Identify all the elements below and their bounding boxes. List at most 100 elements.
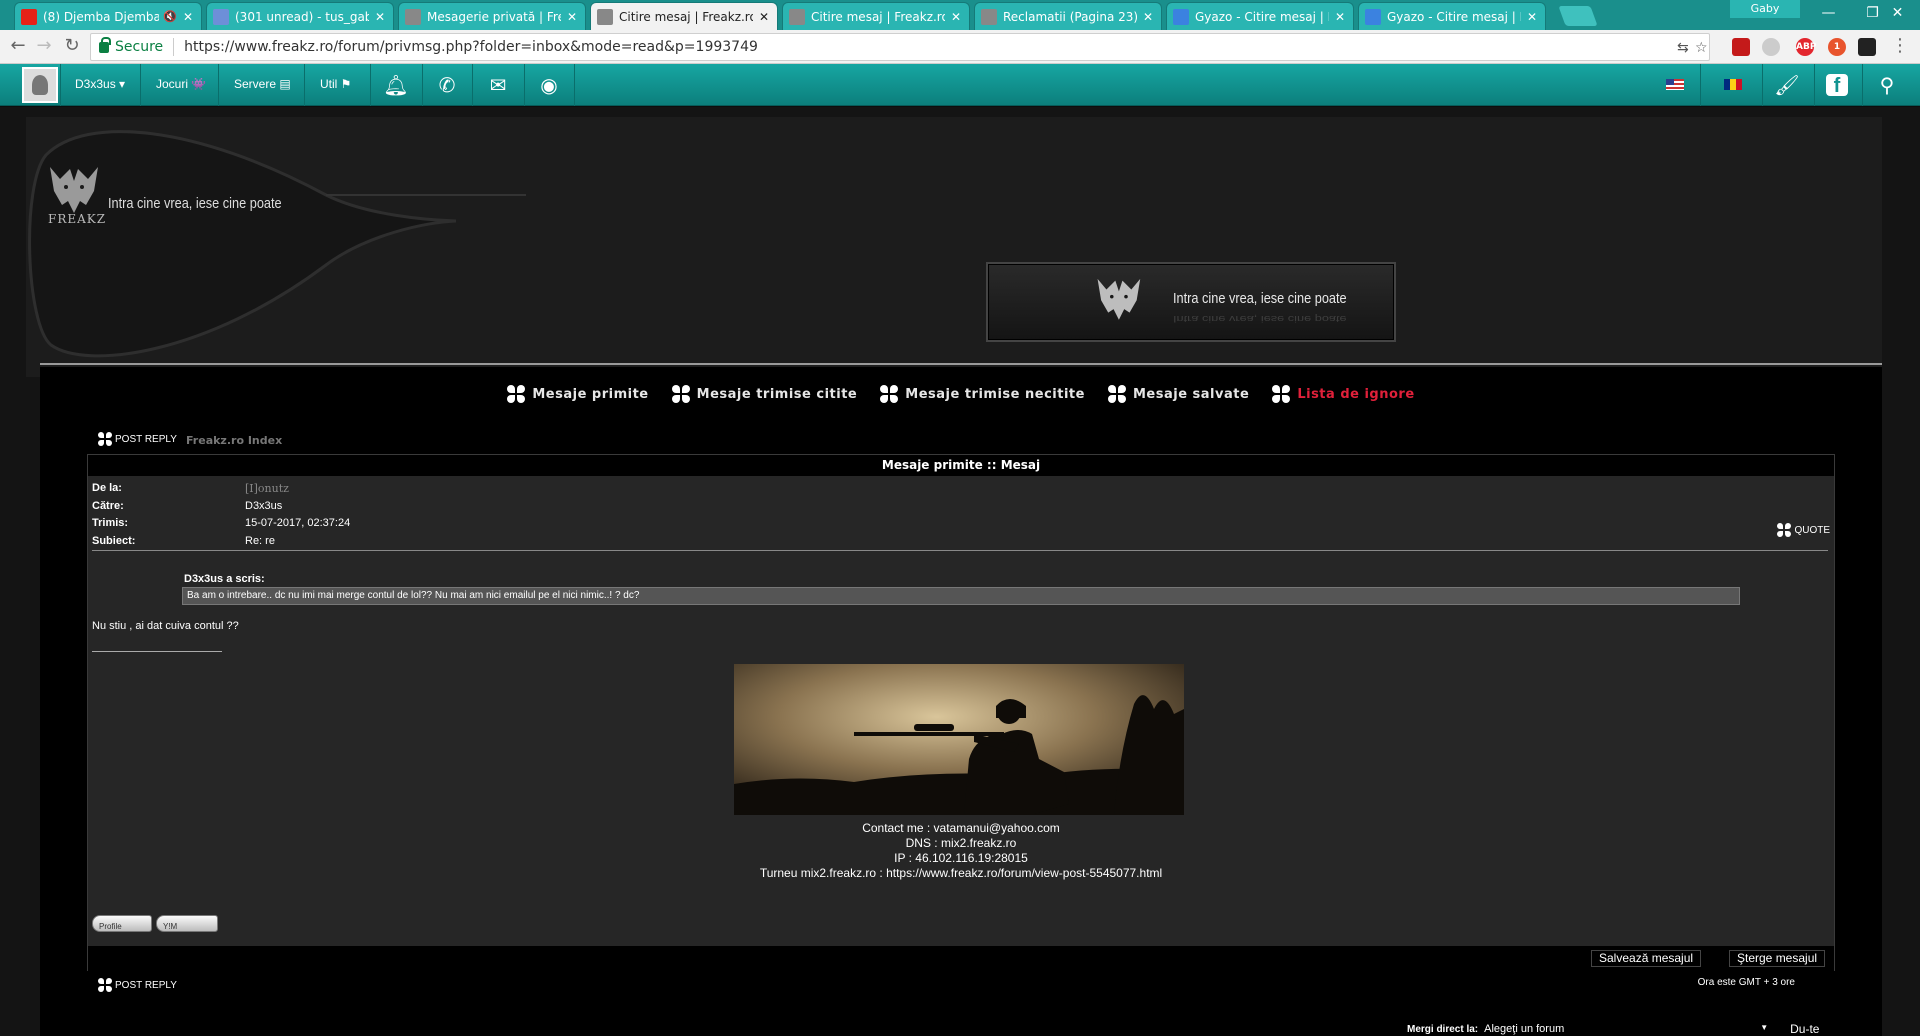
sent-label: Trimis: [92, 517, 129, 529]
clover-icon [507, 385, 526, 403]
close-tab-icon[interactable]: ✕ [951, 10, 961, 24]
close-window-icon[interactable]: ✕ [1875, 0, 1920, 28]
post-reply-button[interactable]: POST REPLY [98, 978, 177, 992]
new-tab-button[interactable] [1558, 6, 1598, 26]
browser-tab[interactable]: Citire mesaj | Freakz.ro ✕ [782, 2, 970, 30]
browser-tab-strip: (8) Djemba Djemba ft 🔇 ✕ (301 unread) - … [0, 0, 1920, 30]
facebook-icon[interactable]: f [1826, 74, 1848, 97]
site-header: FREAKZ Intra cine vrea, iese cine poate … [26, 117, 1882, 377]
lock-icon [99, 36, 111, 53]
site-slogan: Intra cine vrea, iese cine poate [108, 195, 282, 212]
url-text[interactable]: https://www.freakz.ro/forum/privmsg.php?… [184, 39, 758, 55]
clover-icon [1272, 385, 1291, 403]
tab-sent-unread[interactable]: Mesaje trimise necitite [880, 385, 1085, 403]
browser-tab[interactable]: Mesagerie privată | Freak ✕ [398, 2, 586, 30]
divider [92, 550, 1828, 551]
delete-message-button[interactable]: Şterge mesajul [1729, 950, 1826, 967]
subject-label: Subiect: [92, 535, 136, 547]
close-tab-icon[interactable]: ✕ [1143, 10, 1153, 24]
profile-badge[interactable]: Gaby [1730, 0, 1800, 18]
profile-button[interactable]: Profile [92, 915, 152, 932]
omnibox-separator [173, 38, 175, 56]
nav-jocuri[interactable]: Jocuri 👾 [156, 77, 206, 91]
from-value[interactable]: [I]onutz [245, 482, 289, 495]
tab-title: Reclamatii (Pagina 23) | F [1003, 9, 1137, 24]
browser-tab[interactable]: Gyazo - Citire mesaj | Fre ✕ [1166, 2, 1354, 30]
close-tab-icon[interactable]: ✕ [567, 10, 577, 24]
paint-brush-icon[interactable]: 🖌︎ [1774, 72, 1800, 98]
gyazo-favicon-icon [1365, 8, 1381, 25]
browser-tab[interactable]: (8) Djemba Djemba ft 🔇 ✕ [14, 2, 202, 30]
quote-author: D3x3us a scris: [184, 573, 265, 585]
post-reply-label: POST REPLY [115, 433, 177, 445]
tab-sent-read[interactable]: Mesaje trimise citite [671, 385, 858, 403]
nav-divider [574, 64, 575, 106]
reload-icon[interactable]: ↻ [60, 35, 84, 59]
logo-text[interactable]: FREAKZ [48, 212, 106, 226]
save-message-button[interactable]: Salvează mesajul [1591, 950, 1702, 967]
browser-tab-active[interactable]: Citire mesaj | Freakz.ro ✕ [590, 2, 778, 30]
globe-icon[interactable]: ◉ [536, 72, 562, 98]
nav-divider [472, 64, 473, 106]
tab-inbox[interactable]: Mesaje primite [507, 385, 648, 403]
to-value: D3x3us [245, 500, 283, 512]
breadcrumb[interactable]: Freakz.ro Index [186, 434, 282, 447]
go-button[interactable]: Du-te [1790, 1022, 1819, 1036]
tab-label: Mesaje trimise necitite [905, 386, 1085, 402]
nav-divider [304, 64, 305, 106]
secure-label: Secure [115, 39, 164, 55]
translate-icon[interactable]: ⇆ [1677, 40, 1689, 56]
forum-select[interactable]: Alegeţi un forum [1484, 1023, 1774, 1035]
envelope-icon[interactable]: ✉ [485, 72, 511, 98]
search-icon[interactable]: ⚲ [1874, 72, 1900, 98]
flag-en-icon[interactable] [1666, 79, 1684, 90]
post-reply-label: POST REPLY [115, 979, 177, 991]
forward-icon[interactable]: → [32, 35, 56, 59]
tab-ignore-list[interactable]: Lista de ignore [1272, 385, 1414, 403]
flag-ro-icon[interactable] [1724, 79, 1742, 90]
close-tab-icon[interactable]: ✕ [1335, 10, 1345, 24]
bell-icon[interactable]: 🔔︎ [383, 72, 409, 98]
speaker-mute-icon[interactable]: 🔇 [163, 10, 177, 23]
subject-value: Re: re [245, 535, 275, 547]
nav-util[interactable]: Util ⚑ [320, 77, 351, 91]
extension-badge-icon[interactable]: 1 [1828, 38, 1846, 56]
close-tab-icon[interactable]: ✕ [375, 10, 385, 24]
address-bar[interactable]: Secure https://www.freakz.ro/forum/privm… [90, 33, 1710, 61]
browser-tab[interactable]: Gyazo - Citire mesaj | Fre ✕ [1358, 2, 1546, 30]
secure-indicator[interactable]: Secure [91, 36, 164, 55]
minimize-icon[interactable]: — [1806, 0, 1851, 28]
bookmark-star-icon[interactable]: ☆ [1695, 40, 1708, 56]
tab-title: Citire mesaj | Freakz.ro [811, 9, 945, 24]
adblock-icon[interactable]: ABP [1796, 38, 1816, 56]
sent-value: 15-07-2017, 02:37:24 [245, 517, 351, 529]
tab-saved[interactable]: Mesaje salvate [1107, 385, 1249, 403]
nav-divider [218, 64, 219, 106]
user-menu[interactable]: D3x3us ▾ [75, 77, 125, 91]
browser-tab[interactable]: (301 unread) - tus_gabi@ ✕ [206, 2, 394, 30]
user-avatar[interactable] [22, 67, 58, 103]
phone-icon[interactable]: ✆ [434, 72, 460, 98]
tab-label: Mesaje trimise citite [696, 386, 858, 402]
banner-wolf-icon [1097, 278, 1141, 320]
nav-divider [1814, 64, 1815, 106]
post-reply-button[interactable]: POST REPLY [98, 432, 177, 446]
back-icon[interactable]: ← [6, 35, 30, 59]
close-tab-icon[interactable]: ✕ [183, 10, 193, 24]
mail-checker-icon[interactable] [1858, 38, 1876, 56]
close-tab-icon[interactable]: ✕ [1527, 10, 1537, 24]
quote-text: Ba am o intrebare.. dc nu imi mai merge … [182, 587, 1740, 605]
close-tab-icon[interactable]: ✕ [759, 10, 769, 24]
browser-tab[interactable]: Reclamatii (Pagina 23) | F ✕ [974, 2, 1162, 30]
quote-button[interactable]: QUOTE [1777, 523, 1830, 537]
nav-divider [60, 64, 61, 106]
nav-divider [1700, 64, 1701, 106]
chrome-menu-icon[interactable]: ⋮ [1888, 35, 1912, 59]
yim-button[interactable]: Y!M [156, 915, 218, 932]
lastpass-icon[interactable] [1732, 38, 1750, 56]
nav-servere[interactable]: Servere ▤ [234, 77, 291, 91]
youtube-favicon-icon [21, 8, 37, 25]
ext-circle-icon[interactable] [1762, 38, 1780, 56]
from-label: De la: [92, 482, 122, 494]
nav-divider [140, 64, 141, 106]
